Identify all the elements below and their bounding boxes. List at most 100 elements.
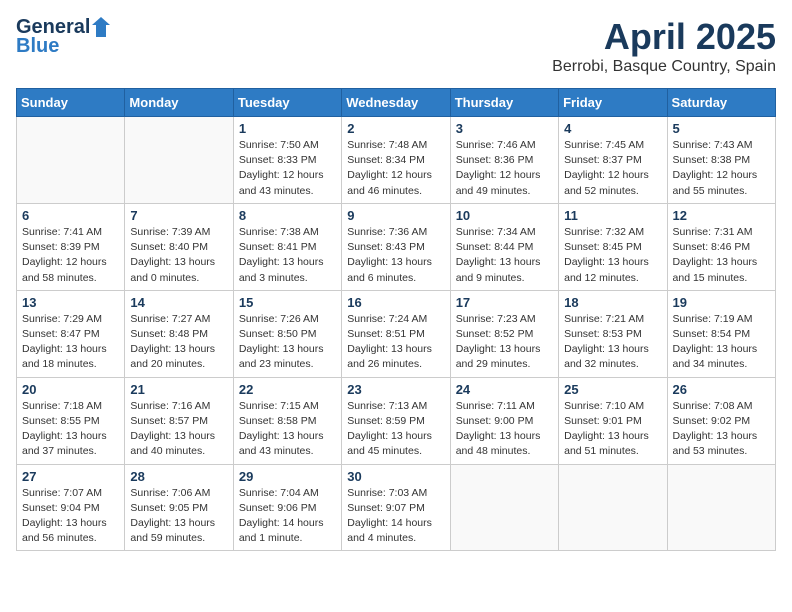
header-sunday: Sunday <box>17 89 125 117</box>
calendar-cell: 9Sunrise: 7:36 AM Sunset: 8:43 PM Daylig… <box>342 203 450 290</box>
day-info: Sunrise: 7:03 AM Sunset: 9:07 PM Dayligh… <box>347 486 444 547</box>
day-number: 8 <box>239 208 336 223</box>
day-info: Sunrise: 7:11 AM Sunset: 9:00 PM Dayligh… <box>456 399 553 460</box>
day-number: 15 <box>239 295 336 310</box>
day-number: 14 <box>130 295 227 310</box>
logo-icon <box>92 17 110 37</box>
calendar-week-row: 20 Sunrise: 7:18 AM Sunset: 8:55 PM Dayli… <box>17 377 776 464</box>
calendar-cell: 17Sunrise: 7:23 AM Sunset: 8:52 PM Dayli… <box>450 290 558 377</box>
title-block: April 2025 Berrobi, Basque Country, Spai… <box>552 16 776 76</box>
header-monday: Monday <box>125 89 233 117</box>
day-number: 1 <box>239 121 336 136</box>
day-number: 3 <box>456 121 553 136</box>
day-info: Sunrise: 7:08 AM Sunset: 9:02 PM Dayligh… <box>673 399 770 460</box>
calendar-cell: 30 Sunrise: 7:03 AM Sunset: 9:07 PM Dayli… <box>342 464 450 551</box>
calendar-cell: 28Sunrise: 7:06 AM Sunset: 9:05 PM Dayli… <box>125 464 233 551</box>
day-info: Sunrise: 7:45 AM Sunset: 8:37 PM Dayligh… <box>564 138 661 199</box>
calendar-cell: 3Sunrise: 7:46 AM Sunset: 8:36 PM Daylig… <box>450 117 558 204</box>
calendar-cell: 5 Sunrise: 7:43 AM Sunset: 8:38 PM Daylig… <box>667 117 775 204</box>
calendar-body: 1 Sunrise: 7:50 AM Sunset: 8:33 PM Daylig… <box>17 117 776 551</box>
day-info: Sunrise: 7:39 AM Sunset: 8:40 PM Dayligh… <box>130 225 227 286</box>
day-number: 4 <box>564 121 661 136</box>
day-info: Sunrise: 7:06 AM Sunset: 9:05 PM Dayligh… <box>130 486 227 547</box>
day-info: Sunrise: 7:32 AM Sunset: 8:45 PM Dayligh… <box>564 225 661 286</box>
day-info: Sunrise: 7:29 AM Sunset: 8:47 PM Dayligh… <box>22 312 119 373</box>
month-title: April 2025 <box>552 16 776 58</box>
day-number: 18 <box>564 295 661 310</box>
day-info: Sunrise: 7:18 AM Sunset: 8:55 PM Dayligh… <box>22 399 119 460</box>
day-number: 27 <box>22 469 119 484</box>
day-number: 23 <box>347 382 444 397</box>
calendar-cell: 19Sunrise: 7:19 AM Sunset: 8:54 PM Dayli… <box>667 290 775 377</box>
calendar-table: Sunday Monday Tuesday Wednesday Thursday… <box>16 88 776 551</box>
calendar-cell: 4 Sunrise: 7:45 AM Sunset: 8:37 PM Daylig… <box>559 117 667 204</box>
day-info: Sunrise: 7:27 AM Sunset: 8:48 PM Dayligh… <box>130 312 227 373</box>
calendar-week-row: 6Sunrise: 7:41 AM Sunset: 8:39 PM Daylig… <box>17 203 776 290</box>
day-number: 12 <box>673 208 770 223</box>
calendar-cell: 12 Sunrise: 7:31 AM Sunset: 8:46 PM Dayli… <box>667 203 775 290</box>
calendar-cell <box>667 464 775 551</box>
calendar-cell: 13 Sunrise: 7:29 AM Sunset: 8:47 PM Dayli… <box>17 290 125 377</box>
day-number: 24 <box>456 382 553 397</box>
location-subtitle: Berrobi, Basque Country, Spain <box>552 58 776 76</box>
day-info: Sunrise: 7:10 AM Sunset: 9:01 PM Dayligh… <box>564 399 661 460</box>
calendar-week-row: 27 Sunrise: 7:07 AM Sunset: 9:04 PM Dayli… <box>17 464 776 551</box>
header-saturday: Saturday <box>667 89 775 117</box>
calendar-cell <box>559 464 667 551</box>
day-info: Sunrise: 7:15 AM Sunset: 8:58 PM Dayligh… <box>239 399 336 460</box>
day-info: Sunrise: 7:24 AM Sunset: 8:51 PM Dayligh… <box>347 312 444 373</box>
calendar-cell: 18Sunrise: 7:21 AM Sunset: 8:53 PM Dayli… <box>559 290 667 377</box>
calendar-cell <box>450 464 558 551</box>
calendar-cell: 22 Sunrise: 7:15 AM Sunset: 8:58 PM Dayli… <box>233 377 341 464</box>
day-info: Sunrise: 7:50 AM Sunset: 8:33 PM Dayligh… <box>239 138 336 199</box>
calendar-week-row: 1 Sunrise: 7:50 AM Sunset: 8:33 PM Daylig… <box>17 117 776 204</box>
header-tuesday: Tuesday <box>233 89 341 117</box>
calendar-week-row: 13 Sunrise: 7:29 AM Sunset: 8:47 PM Dayli… <box>17 290 776 377</box>
day-info: Sunrise: 7:38 AM Sunset: 8:41 PM Dayligh… <box>239 225 336 286</box>
day-info: Sunrise: 7:31 AM Sunset: 8:46 PM Dayligh… <box>673 225 770 286</box>
calendar-cell: 11 Sunrise: 7:32 AM Sunset: 8:45 PM Dayli… <box>559 203 667 290</box>
calendar-cell <box>17 117 125 204</box>
day-number: 21 <box>130 382 227 397</box>
day-number: 20 <box>22 382 119 397</box>
calendar-cell: 26 Sunrise: 7:08 AM Sunset: 9:02 PM Dayli… <box>667 377 775 464</box>
weekday-header-row: Sunday Monday Tuesday Wednesday Thursday… <box>17 89 776 117</box>
day-info: Sunrise: 7:48 AM Sunset: 8:34 PM Dayligh… <box>347 138 444 199</box>
calendar-header: Sunday Monday Tuesday Wednesday Thursday… <box>17 89 776 117</box>
calendar-cell: 29Sunrise: 7:04 AM Sunset: 9:06 PM Dayli… <box>233 464 341 551</box>
header-friday: Friday <box>559 89 667 117</box>
day-number: 2 <box>347 121 444 136</box>
calendar-cell: 24 Sunrise: 7:11 AM Sunset: 9:00 PM Dayli… <box>450 377 558 464</box>
day-number: 13 <box>22 295 119 310</box>
day-info: Sunrise: 7:34 AM Sunset: 8:44 PM Dayligh… <box>456 225 553 286</box>
calendar-cell: 7Sunrise: 7:39 AM Sunset: 8:40 PM Daylig… <box>125 203 233 290</box>
calendar-cell: 25 Sunrise: 7:10 AM Sunset: 9:01 PM Dayli… <box>559 377 667 464</box>
calendar-cell: 1 Sunrise: 7:50 AM Sunset: 8:33 PM Daylig… <box>233 117 341 204</box>
header-wednesday: Wednesday <box>342 89 450 117</box>
day-number: 19 <box>673 295 770 310</box>
calendar-cell <box>125 117 233 204</box>
day-number: 30 <box>347 469 444 484</box>
page-header: General Blue April 2025 Berrobi, Basque … <box>16 16 776 76</box>
header-thursday: Thursday <box>450 89 558 117</box>
logo: General Blue <box>16 16 110 58</box>
calendar-cell: 10Sunrise: 7:34 AM Sunset: 8:44 PM Dayli… <box>450 203 558 290</box>
calendar-cell: 6Sunrise: 7:41 AM Sunset: 8:39 PM Daylig… <box>17 203 125 290</box>
day-info: Sunrise: 7:41 AM Sunset: 8:39 PM Dayligh… <box>22 225 119 286</box>
day-info: Sunrise: 7:16 AM Sunset: 8:57 PM Dayligh… <box>130 399 227 460</box>
page-container: General Blue April 2025 Berrobi, Basque … <box>0 0 792 567</box>
day-info: Sunrise: 7:07 AM Sunset: 9:04 PM Dayligh… <box>22 486 119 547</box>
day-info: Sunrise: 7:26 AM Sunset: 8:50 PM Dayligh… <box>239 312 336 373</box>
day-number: 22 <box>239 382 336 397</box>
day-number: 9 <box>347 208 444 223</box>
day-number: 25 <box>564 382 661 397</box>
calendar-cell: 16Sunrise: 7:24 AM Sunset: 8:51 PM Dayli… <box>342 290 450 377</box>
day-number: 5 <box>673 121 770 136</box>
day-info: Sunrise: 7:13 AM Sunset: 8:59 PM Dayligh… <box>347 399 444 460</box>
day-number: 11 <box>564 208 661 223</box>
day-number: 29 <box>239 469 336 484</box>
day-info: Sunrise: 7:23 AM Sunset: 8:52 PM Dayligh… <box>456 312 553 373</box>
day-info: Sunrise: 7:43 AM Sunset: 8:38 PM Dayligh… <box>673 138 770 199</box>
calendar-cell: 8 Sunrise: 7:38 AM Sunset: 8:41 PM Daylig… <box>233 203 341 290</box>
day-number: 26 <box>673 382 770 397</box>
